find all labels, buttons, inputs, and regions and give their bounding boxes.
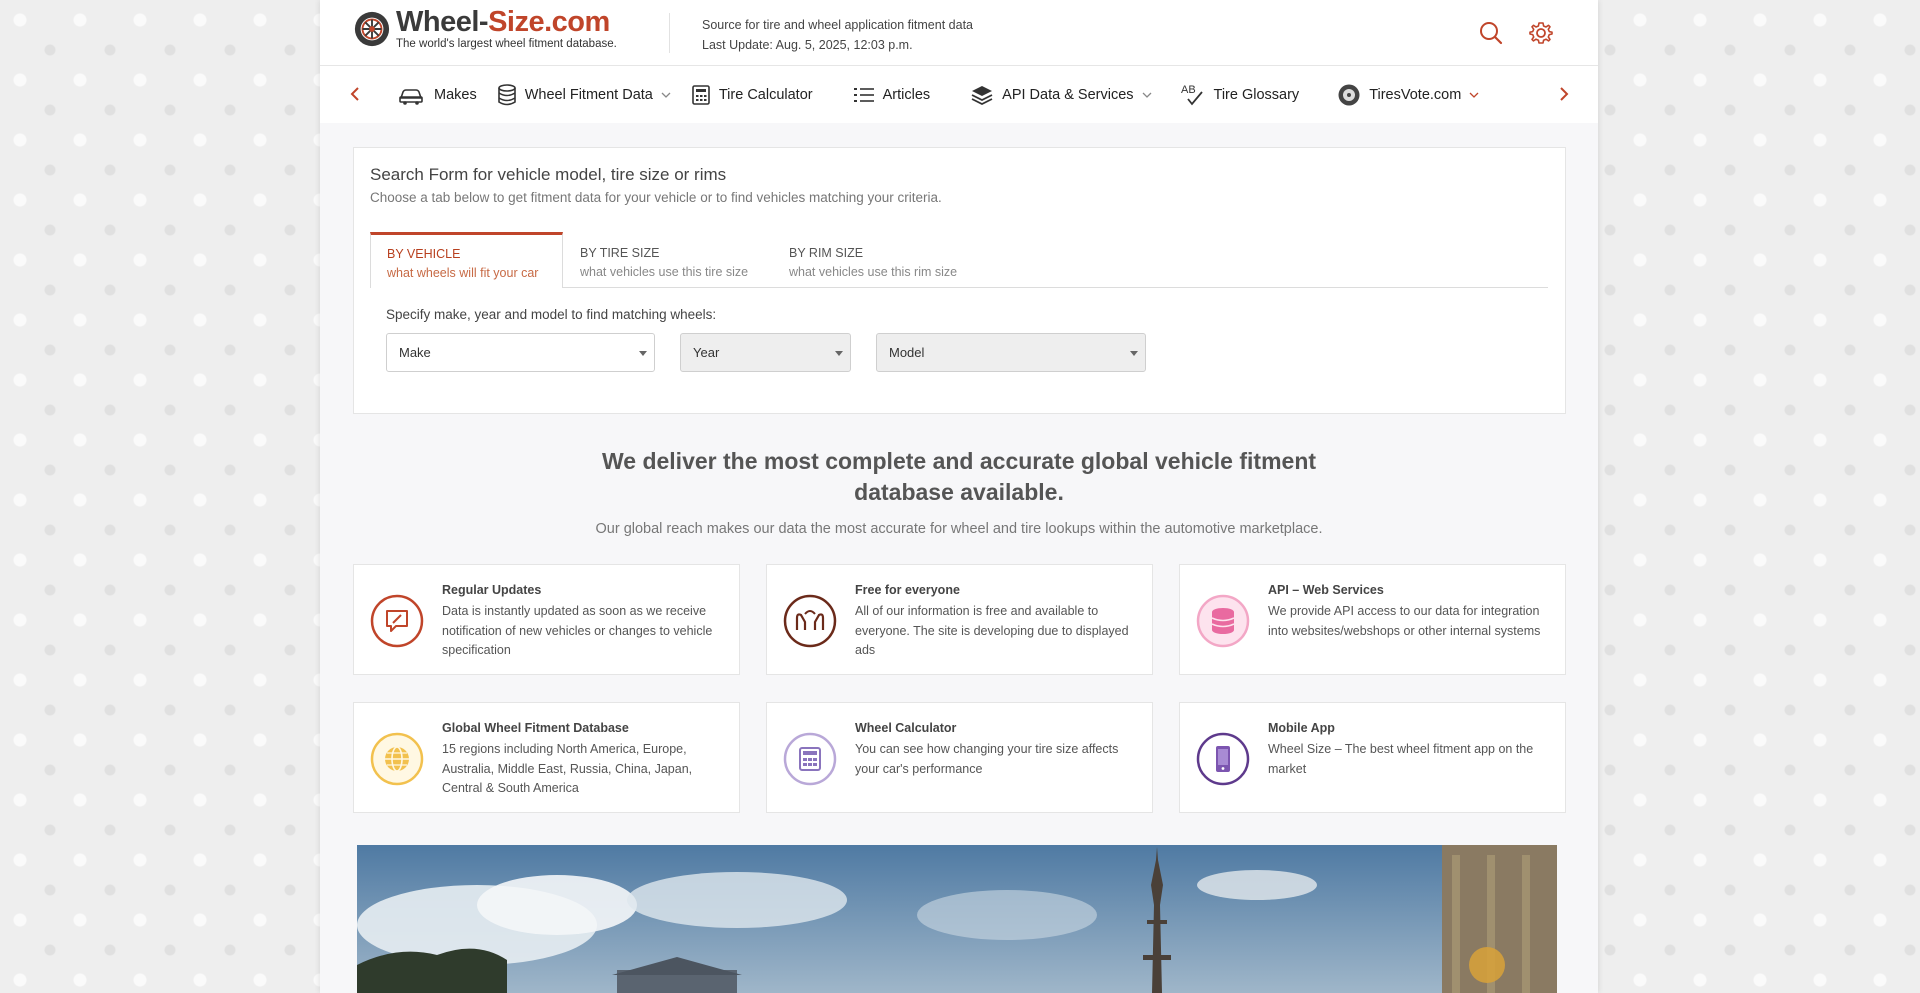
feature-card-wheel-calculator: Wheel Calculator You can see how changin… bbox=[766, 702, 1153, 813]
feature-title: Free for everyone bbox=[855, 583, 960, 597]
search-tabs: BY VEHICLE what wheels will fit your car… bbox=[370, 232, 1548, 288]
nav-item-makes[interactable]: Makes bbox=[398, 84, 477, 106]
wheel-logo-icon bbox=[354, 12, 390, 47]
database-icon bbox=[497, 83, 516, 105]
model-select[interactable]: Model bbox=[876, 333, 1146, 372]
form-label: Specify make, year and model to find mat… bbox=[386, 307, 717, 322]
make-select[interactable]: Make bbox=[386, 333, 655, 372]
feature-card-api: API – Web Services We provide API access… bbox=[1179, 564, 1566, 675]
header-info: Source for tire and wheel application fi… bbox=[702, 15, 973, 55]
site-header: Wheel-Size.com The world's largest wheel… bbox=[320, 0, 1598, 66]
feature-desc: 15 regions including North America, Euro… bbox=[442, 742, 693, 795]
site-logo[interactable]: Wheel-Size.com The world's largest wheel… bbox=[353, 8, 617, 51]
feature-desc: You can see how changing your tire size … bbox=[855, 742, 1119, 776]
make-select-value: Make bbox=[399, 345, 431, 360]
tab-label: BY VEHICLE bbox=[387, 247, 461, 261]
chevron-down-icon bbox=[661, 92, 671, 98]
logo-tagline: The world's largest wheel fitment databa… bbox=[396, 38, 617, 50]
edit-message-icon bbox=[370, 594, 424, 648]
feature-card-global-database: Global Wheel Fitment Database 15 regions… bbox=[353, 702, 740, 813]
nav-next-arrow-icon[interactable] bbox=[1554, 84, 1574, 104]
nav-item-label: Wheel Fitment Data bbox=[524, 86, 653, 103]
list-icon bbox=[853, 87, 874, 102]
feature-title: Wheel Calculator bbox=[855, 721, 957, 735]
tire-icon bbox=[1338, 84, 1360, 105]
hands-icon bbox=[783, 594, 837, 648]
hero-headline: We deliver the most complete and accurat… bbox=[601, 448, 1317, 505]
svg-text:AB: AB bbox=[1181, 84, 1196, 96]
database-stack-icon bbox=[1196, 594, 1250, 648]
feature-title: API – Web Services bbox=[1268, 583, 1384, 597]
tab-sub: what vehicles use this rim size bbox=[789, 265, 958, 279]
caret-down-icon bbox=[1130, 351, 1138, 356]
mobile-icon bbox=[1196, 732, 1250, 786]
model-select-value: Model bbox=[889, 345, 925, 360]
hero-subline: Our global reach makes our data the most… bbox=[595, 521, 1323, 537]
feature-desc: Wheel Size – The best wheel fitment app … bbox=[1268, 742, 1534, 776]
header-source-text: Source for tire and wheel application fi… bbox=[702, 18, 973, 32]
tab-label: BY TIRE SIZE bbox=[580, 246, 660, 260]
feature-card-free: Free for everyone All of our information… bbox=[766, 564, 1153, 675]
feature-desc: All of our information is free and avail… bbox=[855, 604, 1129, 657]
spellcheck-icon: AB bbox=[1181, 84, 1203, 105]
chevron-down-icon bbox=[1142, 92, 1151, 98]
feature-title: Global Wheel Fitment Database bbox=[442, 721, 629, 735]
tab-sub: what wheels will fit your car bbox=[387, 266, 539, 280]
nav-item-tire-glossary[interactable]: AB Tire Glossary bbox=[1180, 82, 1300, 108]
globe-icon bbox=[370, 732, 424, 786]
calculator-icon bbox=[783, 732, 837, 786]
feature-card-mobile-app: Mobile App Wheel Size – The best wheel f… bbox=[1179, 702, 1566, 813]
nav-item-label: Makes bbox=[434, 86, 477, 103]
logo-title: Wheel-Size.com bbox=[396, 6, 610, 38]
nav-item-label: TiresVote.com bbox=[1369, 86, 1462, 103]
feature-title: Mobile App bbox=[1268, 721, 1335, 735]
chevron-down-icon bbox=[1469, 92, 1479, 98]
nav-item-tiresvote[interactable]: TiresVote.com bbox=[1337, 83, 1479, 107]
nav-prev-arrow-icon[interactable] bbox=[345, 84, 365, 104]
paris-cityscape-image bbox=[357, 845, 1557, 993]
layers-icon bbox=[971, 85, 993, 105]
feature-desc: Data is instantly updated as soon as we … bbox=[442, 604, 713, 657]
nav-item-label: Tire Glossary bbox=[1213, 86, 1300, 103]
year-select-value: Year bbox=[693, 345, 720, 360]
feature-title: Regular Updates bbox=[442, 583, 542, 597]
tab-by-vehicle[interactable]: BY VEHICLE what wheels will fit your car bbox=[370, 232, 563, 288]
search-form-subtitle: Choose a tab below to get fitment data f… bbox=[370, 190, 942, 205]
main-nav: Makes Wheel Fitment Data Tire Calculator bbox=[320, 66, 1598, 124]
search-form-card: Search Form for vehicle model, tire size… bbox=[353, 147, 1566, 414]
calculator-icon bbox=[692, 84, 710, 105]
nav-item-label: API Data & Services bbox=[1002, 86, 1134, 103]
caret-down-icon bbox=[835, 351, 843, 356]
header-last-update: Last Update: Aug. 5, 2025, 12:03 p.m. bbox=[702, 38, 913, 52]
feature-desc: We provide API access to our data for in… bbox=[1268, 604, 1541, 638]
gear-icon[interactable] bbox=[1528, 20, 1554, 46]
tab-by-tire-size[interactable]: BY TIRE SIZE what vehicles use this tire… bbox=[564, 232, 772, 287]
search-icon[interactable] bbox=[1478, 20, 1504, 46]
caret-down-icon bbox=[639, 351, 647, 356]
nav-item-api-data-services[interactable]: API Data & Services bbox=[970, 84, 1151, 106]
nav-item-wheel-fitment-data[interactable]: Wheel Fitment Data bbox=[497, 83, 671, 106]
nav-item-tire-calculator[interactable]: Tire Calculator bbox=[691, 84, 813, 106]
car-icon bbox=[399, 88, 423, 105]
nav-item-articles[interactable]: Articles bbox=[853, 85, 931, 105]
hero-banner-image bbox=[357, 845, 1557, 993]
feature-card-regular-updates: Regular Updates Data is instantly update… bbox=[353, 564, 740, 675]
nav-item-label: Tire Calculator bbox=[718, 86, 813, 103]
hero-section: We deliver the most complete and accurat… bbox=[320, 446, 1598, 537]
year-select[interactable]: Year bbox=[680, 333, 851, 372]
search-form-title: Search Form for vehicle model, tire size… bbox=[370, 165, 727, 184]
tab-by-rim-size[interactable]: BY RIM SIZE what vehicles use this rim s… bbox=[773, 232, 993, 287]
tab-sub: what vehicles use this tire size bbox=[580, 265, 749, 279]
tab-label: BY RIM SIZE bbox=[789, 246, 864, 260]
page: Wheel-Size.com The world's largest wheel… bbox=[320, 0, 1598, 993]
header-divider bbox=[669, 13, 670, 53]
nav-item-label: Articles bbox=[882, 86, 931, 103]
